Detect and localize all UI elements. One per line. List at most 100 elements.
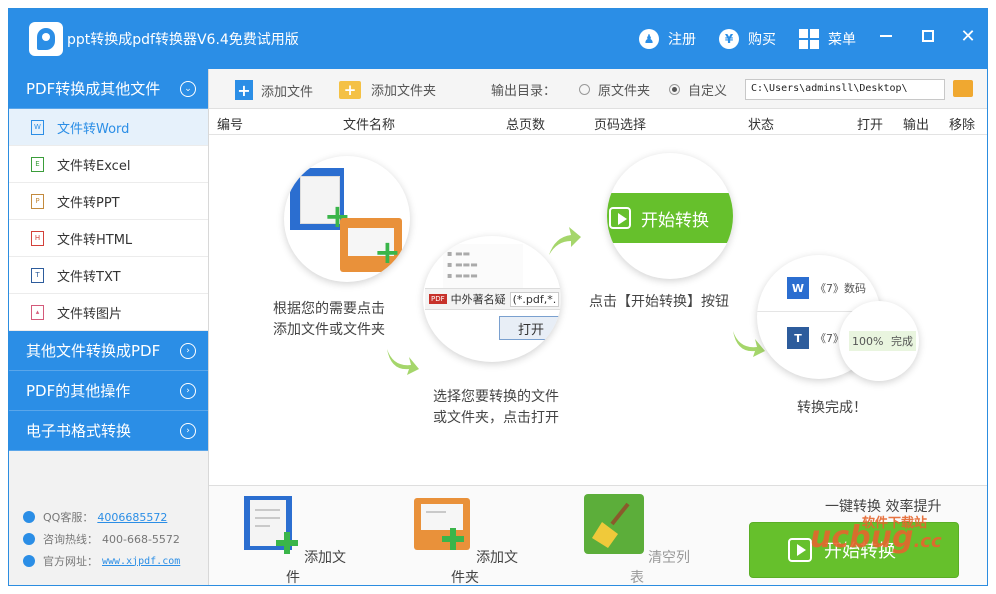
sidebar-group-ebook[interactable]: 电子书格式转换 ›: [9, 411, 208, 451]
col-total-pages: 总页数: [506, 118, 546, 133]
yen-icon: ¥: [719, 29, 739, 49]
app-window: ppt转换成pdf转换器V6.4免费试用版 ♟ 注册 ¥ 购买 菜单 ✕ PDF…: [8, 8, 988, 586]
col-page-select: 页码选择: [594, 118, 647, 133]
col-status: 状态: [748, 118, 775, 133]
step1-line1: 根据您的需要点击: [273, 301, 385, 317]
phone-icon: [23, 533, 35, 545]
col-filename: 文件名称: [343, 118, 396, 133]
clear-list-button[interactable]: 清空列表: [577, 494, 697, 586]
group-label: 电子书格式转换: [26, 422, 132, 440]
add-file-icon: [243, 496, 298, 554]
guide-illustration: + + 根据您的需要点击 添加文件或文件夹 ▪ ▬▬ ▪ ▬▬▬ ▪ ▬▬▬ PDF…: [209, 135, 987, 485]
radio-original-folder[interactable]: 原文件夹: [579, 80, 650, 99]
sidebar-item-label: 文件转Excel: [57, 158, 131, 174]
sidebar-group-pdf-operations[interactable]: PDF的其他操作 ›: [9, 371, 208, 411]
step1-line2: 添加文件或文件夹: [273, 322, 385, 338]
done-item-1: 《7》数码: [815, 282, 866, 295]
close-button[interactable]: ✕: [955, 23, 981, 49]
radio-selected-icon: [669, 84, 680, 95]
radio-icon: [579, 84, 590, 95]
dialog-filename: 中外著名疑: [450, 293, 506, 306]
word-file-icon: W: [31, 119, 44, 135]
txt-icon: T: [787, 327, 809, 349]
radio-custom[interactable]: 自定义: [669, 80, 727, 99]
browse-folder-icon[interactable]: [953, 80, 973, 97]
pdf-icon: PDF: [429, 294, 447, 304]
site-link[interactable]: www.xjpdf.com: [102, 556, 180, 567]
txt-file-icon: T: [31, 267, 44, 283]
broom-icon: [583, 494, 644, 554]
sidebar-item-to-ppt[interactable]: P 文件转PPT: [9, 183, 208, 220]
watermark-sub: 软件下载站: [862, 516, 928, 531]
file-table-header: 编号 文件名称 总页数 页码选择 状态 打开 输出 移除: [209, 109, 987, 135]
progress-circle: 100% 完成: [839, 301, 919, 381]
chevron-right-icon: ›: [180, 343, 196, 359]
globe-icon: [23, 555, 35, 567]
site-label: 官方网址：: [43, 555, 98, 568]
progress-value: 100%: [852, 335, 884, 348]
col-open: 打开: [857, 118, 884, 133]
qq-link[interactable]: 4006685572: [97, 511, 167, 524]
buy-button[interactable]: ¥ 购买: [719, 25, 776, 53]
sidebar-group-pdf-to-other[interactable]: PDF转换成其他文件 ⌄: [9, 69, 208, 109]
contact-hotline: 咨询热线： 400-668-5572: [23, 531, 180, 547]
step2-caption: 选择您要转换的文件 或文件夹，点击打开: [433, 387, 559, 429]
sidebar-item-label: 文件转HTML: [57, 232, 133, 248]
minimize-button[interactable]: [873, 23, 899, 49]
sidebar-item-to-txt[interactable]: T 文件转TXT: [9, 257, 208, 294]
arrow-icon: [549, 227, 581, 255]
sidebar-item-to-word[interactable]: W 文件转Word: [9, 109, 208, 146]
sidebar-item-label: 文件转图片: [57, 306, 123, 322]
step3-caption: 点击【开始转换】按钮: [589, 294, 729, 310]
dialog-filter: (*.pdf,*.: [509, 291, 560, 307]
step2-line2: 或文件夹，点击打开: [433, 410, 559, 426]
bottom-add-file-button[interactable]: 添加文件: [233, 494, 353, 585]
bottom-add-folder-button[interactable]: 添加文件夹: [405, 494, 525, 585]
menu-button[interactable]: 菜单: [799, 25, 856, 53]
clear-list-label: 清空列表: [630, 550, 691, 586]
play-icon: [788, 538, 812, 562]
sidebar-item-label: 文件转PPT: [57, 195, 120, 211]
chevron-down-icon: ⌄: [180, 81, 196, 97]
chevron-right-icon: ›: [180, 423, 196, 439]
watermark-cc: .cc: [913, 531, 942, 552]
grid-icon: [799, 29, 819, 49]
word-icon: W: [787, 277, 809, 299]
qq-label: QQ客服：: [43, 511, 94, 524]
buy-label: 购买: [748, 32, 776, 48]
add-file-label: 添加文件: [261, 84, 314, 100]
output-path-input[interactable]: C:\Users\adminsll\Desktop\: [745, 79, 945, 100]
step3-start-label: 开始转换: [641, 210, 709, 231]
sidebar-item-to-image[interactable]: ▴ 文件转图片: [9, 294, 208, 331]
watermark-logo: ucbug.cc 软件下载站: [810, 516, 942, 555]
sidebar-group-other-to-pdf[interactable]: 其他文件转换成PDF ›: [9, 331, 208, 371]
step1-caption: 根据您的需要点击 添加文件或文件夹: [273, 299, 385, 341]
radio-custom-label: 自定义: [688, 84, 728, 99]
add-file-button[interactable]: + 添加文件: [235, 80, 313, 100]
sidebar-item-to-html[interactable]: H 文件转HTML: [9, 220, 208, 257]
sidebar-item-label: 文件转TXT: [57, 269, 121, 285]
minimize-icon: [880, 35, 892, 37]
sidebar-item-to-excel[interactable]: E 文件转Excel: [9, 146, 208, 183]
image-file-icon: ▴: [31, 304, 44, 320]
step2-line1: 选择您要转换的文件: [433, 389, 559, 405]
contact-site: 官方网址： www.xjpdf.com: [23, 553, 180, 569]
step4-caption: 转换完成！: [797, 400, 867, 416]
add-folder-button[interactable]: + 添加文件夹: [339, 80, 436, 99]
toolbar: + 添加文件 + 添加文件夹 输出目录： 原文件夹 自定义 C:\Users\a…: [209, 69, 987, 109]
maximize-button[interactable]: [915, 23, 941, 49]
dialog-open-button: 打开: [499, 316, 561, 340]
sidebar: PDF转换成其他文件 ⌄ W 文件转Word E 文件转Excel P 文件转P…: [9, 69, 209, 585]
arrow-icon: [387, 349, 419, 375]
col-remove: 移除: [949, 118, 976, 133]
close-icon: ✕: [960, 25, 976, 47]
register-button[interactable]: ♟ 注册: [639, 25, 696, 53]
step1-circle: + +: [284, 156, 410, 282]
add-folder-icon: [413, 498, 470, 550]
progress-done: 完成: [890, 335, 913, 348]
group-label: 其他文件转换成PDF: [26, 342, 161, 360]
group-label: PDF的其他操作: [26, 382, 131, 400]
step2-circle: ▪ ▬▬ ▪ ▬▬▬ ▪ ▬▬▬ PDF 中外著名疑 (*.pdf,*. 打开: [423, 236, 561, 362]
hotline-value: 400-668-5572: [102, 532, 180, 546]
col-number: 编号: [217, 118, 244, 133]
